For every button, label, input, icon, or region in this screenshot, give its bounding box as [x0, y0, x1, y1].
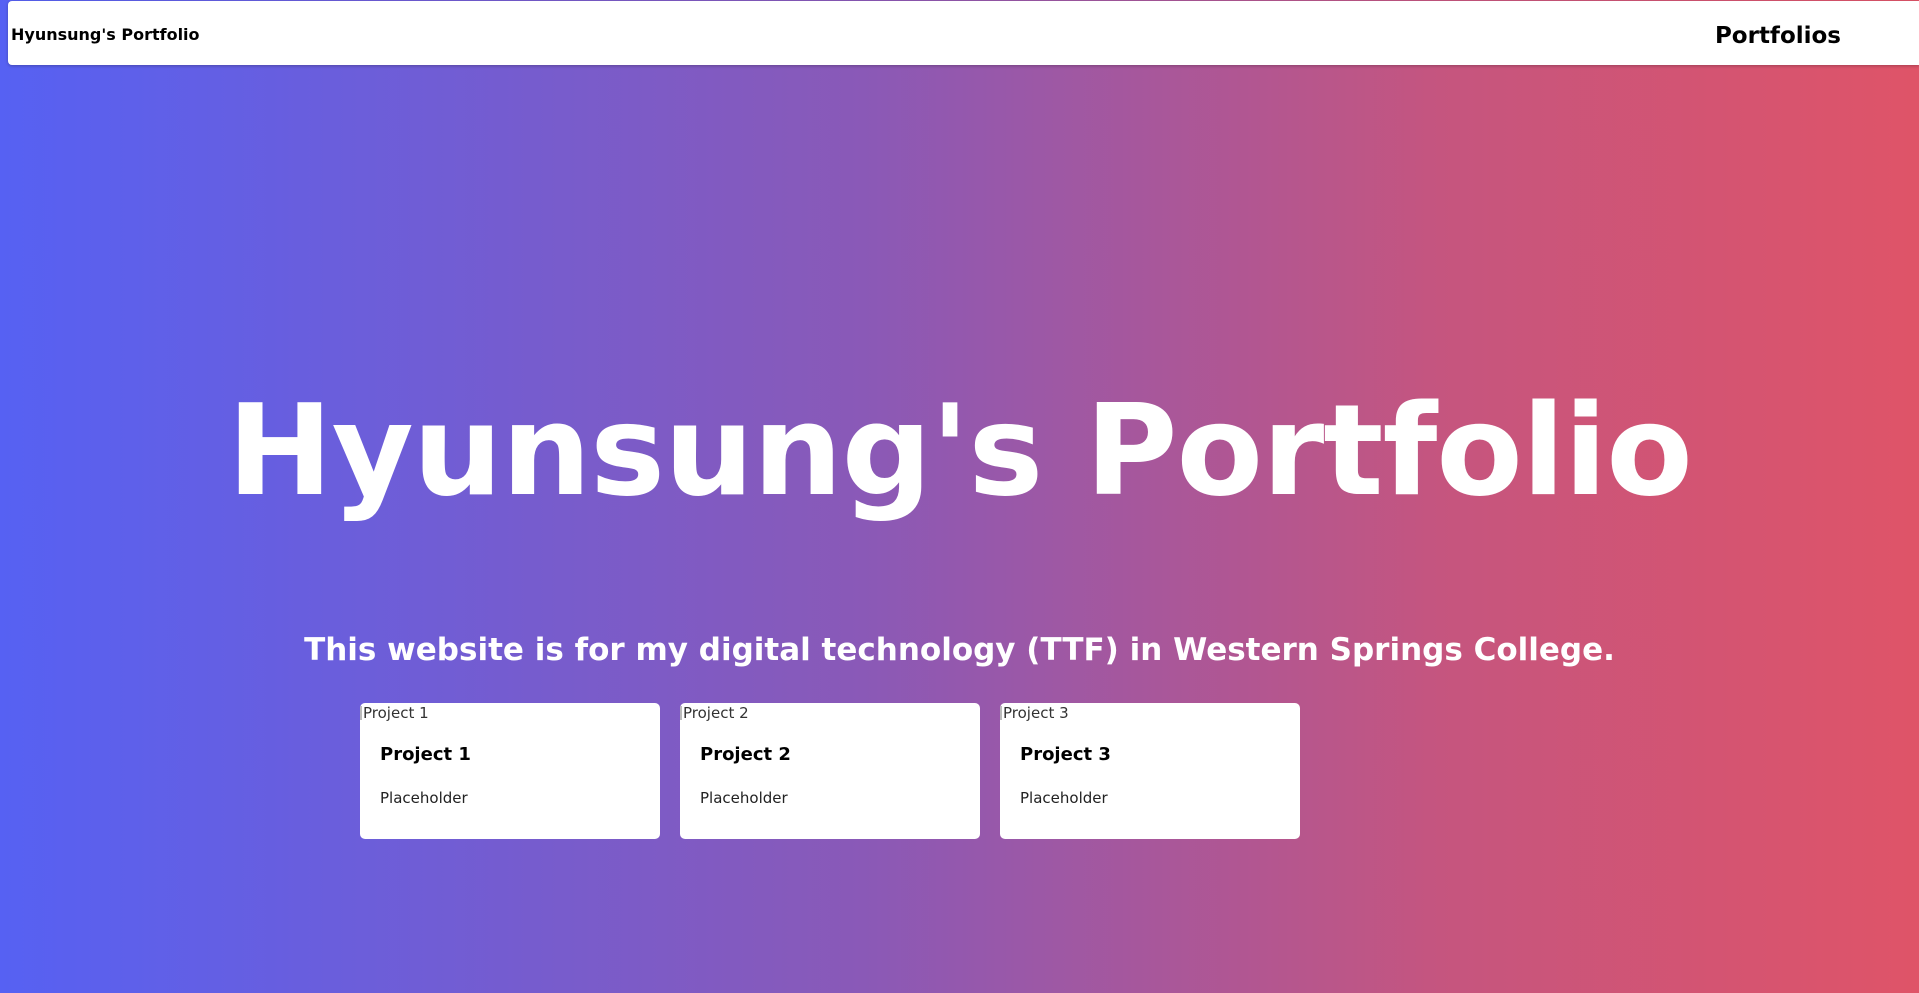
project-image-2: Project 2 — [680, 703, 980, 723]
image-alt-text: Project 2 — [683, 704, 749, 722]
card-text: Placeholder — [1020, 789, 1108, 807]
project-cards: Project 1 Project 1 Placeholder Project … — [360, 703, 1300, 839]
navbar: Hyunsung's Portfolio Portfolios — [8, 1, 1919, 65]
card-title: Project 2 — [700, 744, 791, 765]
broken-image-icon — [360, 706, 362, 720]
image-alt-text: Project 1 — [363, 704, 429, 722]
broken-image-icon — [1000, 706, 1002, 720]
hero-subtitle: This website is for my digital technolog… — [304, 632, 1615, 668]
project-card-2[interactable]: Project 2 Project 2 Placeholder — [680, 703, 980, 839]
project-card-1[interactable]: Project 1 Project 1 Placeholder — [360, 703, 660, 839]
image-alt-text: Project 3 — [1003, 704, 1069, 722]
card-text: Placeholder — [380, 789, 468, 807]
card-title: Project 3 — [1020, 744, 1111, 765]
card-text: Placeholder — [700, 789, 788, 807]
broken-image-icon — [680, 706, 682, 720]
card-title: Project 1 — [380, 744, 471, 765]
hero-title: Hyunsung's Portfolio — [227, 377, 1693, 524]
project-card-3[interactable]: Project 3 Project 3 Placeholder — [1000, 703, 1300, 839]
navbar-brand[interactable]: Hyunsung's Portfolio — [11, 1, 200, 69]
nav-link-portfolios[interactable]: Portfolios — [1715, 1, 1841, 71]
project-image-1: Project 1 — [360, 703, 660, 723]
project-image-3: Project 3 — [1000, 703, 1300, 723]
